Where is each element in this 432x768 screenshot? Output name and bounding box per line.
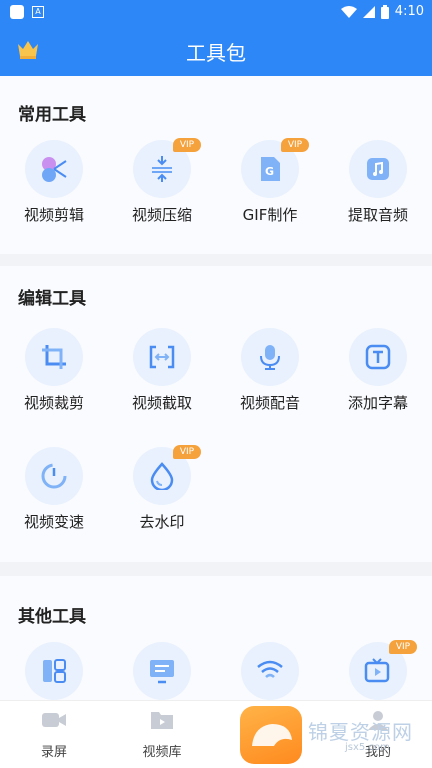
- tab-video-library[interactable]: 视频库: [108, 709, 216, 760]
- watermark-logo: [240, 706, 302, 764]
- a-notification-icon: A: [32, 6, 44, 18]
- vip-badge: VIP: [389, 640, 417, 654]
- app-bar: 工具包: [0, 26, 432, 76]
- vip-badge: VIP: [173, 138, 201, 152]
- wifi-icon: [257, 660, 283, 678]
- edit-tools-section: 编辑工具 视频裁剪 视频截取 视频配音 添加字幕 视频变速 VIP 去水印: [0, 266, 432, 562]
- clock: 4:10: [394, 4, 424, 19]
- tab-label: 视频库: [142, 745, 182, 760]
- trim-icon: [149, 345, 175, 369]
- tab-label: 录屏: [40, 745, 67, 760]
- tool-label: 添加字幕: [347, 394, 408, 412]
- text-icon: [365, 344, 391, 370]
- watermark-text: 锦夏资源网: [308, 720, 413, 744]
- tool-video-edit[interactable]: 视频剪辑: [0, 140, 108, 230]
- tool-label: 去水印: [139, 513, 185, 531]
- speed-icon: [41, 463, 67, 489]
- video-camera-icon: [42, 713, 66, 727]
- tool-label: 视频配音: [239, 394, 300, 412]
- tool-label: 视频裁剪: [23, 394, 84, 412]
- tool-video-compress[interactable]: VIP 视频压缩: [108, 138, 216, 230]
- tool-label: 视频变速: [23, 513, 84, 531]
- tab-record[interactable]: 录屏: [0, 709, 108, 760]
- compress-icon: [152, 156, 172, 182]
- crop-icon: [42, 345, 66, 369]
- tv-export-icon: [364, 658, 390, 683]
- vip-badge: VIP: [281, 138, 309, 152]
- tool-remove-watermark[interactable]: VIP 去水印: [108, 445, 216, 537]
- water-drop-icon: [150, 462, 174, 490]
- microphone-icon: [260, 345, 280, 370]
- tool-label: GIF制作: [242, 206, 298, 224]
- whale-logo-icon: [252, 724, 292, 746]
- tool-add-subtitle[interactable]: 添加字幕: [324, 328, 432, 418]
- gif-icon: G: [261, 157, 280, 181]
- music-note-icon: [367, 158, 389, 180]
- tool-video-crop[interactable]: 视频裁剪: [0, 328, 108, 418]
- common-tools-section: 常用工具 视频剪辑 VIP 视频压缩 G VIP GIF制作 提取音频: [0, 76, 432, 254]
- tool-label: 视频截取: [131, 394, 192, 412]
- battery-icon: [380, 4, 389, 19]
- tool-label: 提取音频: [347, 206, 408, 224]
- tool-label: 视频剪辑: [23, 206, 84, 224]
- tool-gif-make[interactable]: G VIP GIF制作: [216, 138, 324, 230]
- watermark-url: jsx5.com: [345, 742, 390, 753]
- svg-text:G: G: [265, 165, 274, 178]
- status-bar: A 4:10: [0, 0, 432, 26]
- vip-badge: VIP: [173, 445, 201, 459]
- other-tools-section: 其他工具 VIP: [0, 576, 432, 700]
- scissors-icon: [42, 157, 67, 182]
- section-title: 常用工具: [18, 105, 86, 125]
- monitor-icon: [150, 660, 174, 684]
- tool-extract-audio[interactable]: 提取音频: [324, 140, 432, 230]
- wifi-signal-icon: [340, 5, 357, 18]
- layout-icon: [43, 659, 66, 683]
- tool-video-speed[interactable]: 视频变速: [0, 447, 108, 537]
- tool-video-trim[interactable]: 视频截取: [108, 328, 216, 418]
- page-title: 工具包: [186, 41, 246, 65]
- section-title: 其他工具: [18, 607, 86, 627]
- section-title: 编辑工具: [18, 289, 86, 309]
- cell-signal-icon: [362, 5, 375, 18]
- tool-video-dub[interactable]: 视频配音: [216, 328, 324, 418]
- video-folder-icon: [151, 712, 173, 729]
- notification-icon: [10, 5, 24, 19]
- tool-label: 视频压缩: [131, 206, 192, 224]
